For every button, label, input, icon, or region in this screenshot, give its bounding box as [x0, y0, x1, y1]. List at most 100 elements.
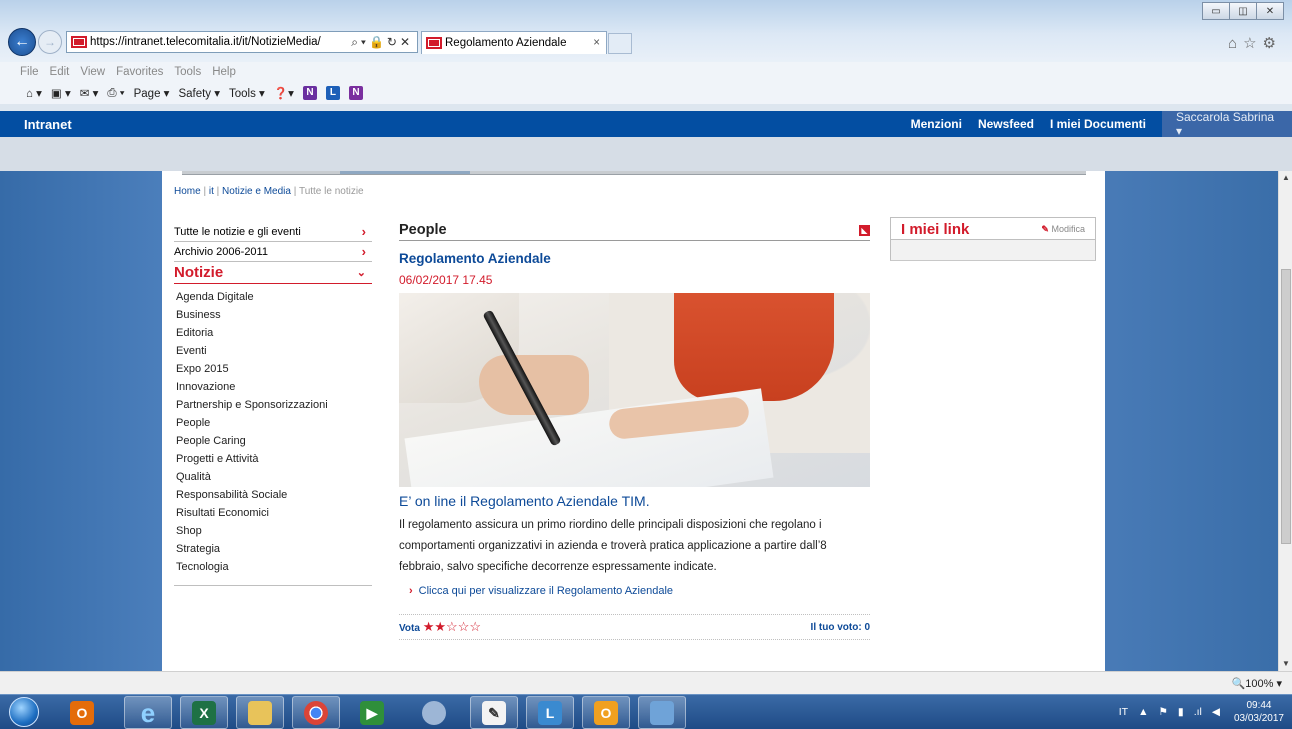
- scroll-thumb[interactable]: [1281, 269, 1291, 544]
- home-favorites-settings-icons[interactable]: ⌂☆⚙: [1228, 34, 1282, 52]
- battery-icon[interactable]: ▮: [1178, 706, 1184, 718]
- signal-icon[interactable]: .ıl: [1194, 706, 1202, 718]
- subcat-item[interactable]: People: [176, 414, 372, 432]
- nav-item-archivio[interactable]: Archivio 2006-2011 ›: [174, 242, 372, 262]
- subcat-item[interactable]: Qualità: [176, 468, 372, 486]
- notepad-icon[interactable]: ✎: [470, 696, 518, 729]
- menu-help[interactable]: Help: [212, 66, 236, 78]
- media-player-icon[interactable]: ▶: [348, 696, 396, 729]
- subcat-item[interactable]: Progetti e Attività: [176, 450, 372, 468]
- internet-explorer-icon[interactable]: e: [124, 696, 172, 729]
- help-icon[interactable]: ❓▾: [274, 86, 294, 100]
- subcat-item[interactable]: Responsabilità Sociale: [176, 486, 372, 504]
- subcat-item[interactable]: Partnership e Sponsorizzazioni: [176, 396, 372, 414]
- browser-tab[interactable]: Regolamento Aziendale ×: [421, 31, 607, 54]
- flag-icon[interactable]: ⚑: [1158, 706, 1167, 718]
- nav-divider: [174, 576, 372, 586]
- nav-item-tutte-notizie[interactable]: Tutte le notizie e gli eventi ›: [174, 222, 372, 242]
- maximize-icon[interactable]: ◫: [1229, 2, 1257, 20]
- link-newsfeed[interactable]: Newsfeed: [978, 117, 1034, 131]
- scroll-up-icon[interactable]: ▲: [1279, 171, 1292, 185]
- rating-stars[interactable]: ★★☆☆☆: [423, 619, 481, 634]
- feeds-icon[interactable]: ▣ ▾: [51, 86, 71, 100]
- star-empty-icon[interactable]: ☆: [469, 619, 481, 634]
- zoom-control[interactable]: 🔍100% ▾: [1232, 677, 1282, 690]
- chevron-right-icon: ›: [361, 244, 366, 259]
- menu-view[interactable]: View: [80, 66, 105, 78]
- close-window-icon[interactable]: ✕: [1256, 2, 1284, 20]
- safety-menu[interactable]: Safety ▾: [178, 86, 220, 100]
- subcat-item[interactable]: Strategia: [176, 540, 372, 558]
- subcat-item[interactable]: Agenda Digitale: [176, 288, 372, 306]
- subcat-item[interactable]: Business: [176, 306, 372, 324]
- file-explorer-icon[interactable]: [236, 696, 284, 729]
- remote-desktop-icon[interactable]: L: [526, 696, 574, 729]
- outlook-taskbar-icon[interactable]: O: [58, 696, 106, 729]
- app-icon[interactable]: [638, 696, 686, 729]
- breadcrumb-it[interactable]: it: [209, 186, 214, 197]
- breadcrumb: Home | it | Notizie e Media | Tutte le n…: [174, 186, 364, 197]
- new-tab-button[interactable]: [608, 33, 632, 54]
- subcat-item[interactable]: Editoria: [176, 324, 372, 342]
- chevron-down-icon: ⌄: [356, 267, 366, 279]
- tab-close-icon[interactable]: ×: [593, 37, 600, 49]
- minimize-icon[interactable]: ▭: [1202, 2, 1230, 20]
- subcat-item[interactable]: People Caring: [176, 432, 372, 450]
- address-actions-icon[interactable]: ⌕▾🔒↻✕: [351, 35, 417, 50]
- article-subtitle: E’ on line il Regolamento Aziendale TIM.: [399, 493, 650, 509]
- system-tray: IT ▲ ⚑ ▮ .ıl ◀ 09:44 03/03/2017: [1109, 695, 1284, 729]
- article-title[interactable]: Regolamento Aziendale: [399, 251, 870, 266]
- star-filled-icon[interactable]: ★: [434, 619, 446, 634]
- excel-icon[interactable]: X: [180, 696, 228, 729]
- subcat-item[interactable]: Innovazione: [176, 378, 372, 396]
- outlook-mail-icon[interactable]: O: [582, 696, 630, 729]
- breadcrumb-notizie-media[interactable]: Notizie e Media: [222, 186, 291, 197]
- clock[interactable]: 09:44 03/03/2017: [1234, 699, 1284, 725]
- menu-edit[interactable]: Edit: [50, 66, 70, 78]
- network-app-icon[interactable]: [410, 696, 458, 729]
- language-indicator[interactable]: IT: [1119, 706, 1128, 718]
- link-menzioni[interactable]: Menzioni: [911, 117, 962, 131]
- menu-favorites[interactable]: Favorites: [116, 66, 163, 78]
- pencil-icon: ✎: [1041, 224, 1049, 234]
- star-filled-icon[interactable]: ★: [423, 619, 435, 634]
- link-miei-documenti[interactable]: I miei Documenti: [1050, 117, 1146, 131]
- onenote-send-icon[interactable]: N: [302, 86, 317, 100]
- intranet-links: Menzioni Newsfeed I miei Documenti Sacca…: [895, 110, 1292, 138]
- regolamento-link[interactable]: › Clicca qui per visualizzare il Regolame…: [399, 585, 870, 597]
- mail-icon[interactable]: ✉ ▾: [80, 86, 99, 100]
- command-bar: ⌂ ▾ ▣ ▾ ✉ ▾ ⎙ ▾ Page ▾ Safety ▾ Tools ▾ …: [0, 82, 1292, 104]
- subcat-item[interactable]: Expo 2015: [176, 360, 372, 378]
- rss-icon[interactable]: ◣: [859, 224, 870, 236]
- forward-button[interactable]: →: [38, 30, 62, 54]
- breadcrumb-home[interactable]: Home: [174, 186, 201, 197]
- onenote-icon[interactable]: N: [348, 86, 363, 100]
- volume-icon[interactable]: ◀: [1212, 706, 1220, 718]
- lync-icon[interactable]: L: [325, 86, 340, 100]
- subcat-item[interactable]: Risultati Economici: [176, 504, 372, 522]
- scroll-down-icon[interactable]: ▼: [1279, 657, 1292, 671]
- tools-menu[interactable]: Tools ▾: [229, 86, 265, 100]
- subcat-item[interactable]: Tecnologia: [176, 558, 372, 576]
- header-band: [0, 137, 1292, 171]
- star-empty-icon[interactable]: ☆: [458, 619, 470, 634]
- home-icon[interactable]: ⌂ ▾: [26, 86, 42, 100]
- page-menu[interactable]: Page ▾: [134, 86, 170, 100]
- subcat-item[interactable]: Eventi: [176, 342, 372, 360]
- edit-links-button[interactable]: ✎ Modifica: [1041, 224, 1085, 235]
- print-icon[interactable]: ⎙ ▾: [107, 87, 124, 100]
- vertical-scrollbar[interactable]: ▲ ▼: [1278, 171, 1292, 671]
- start-button[interactable]: [4, 695, 44, 729]
- star-empty-icon[interactable]: ☆: [446, 619, 458, 634]
- back-button[interactable]: ←: [8, 28, 36, 56]
- show-hidden-icons-icon[interactable]: ▲: [1138, 706, 1148, 718]
- menu-file[interactable]: File: [20, 66, 39, 78]
- vote-row: Vota ★★☆☆☆ Il tuo voto: 0: [399, 614, 870, 640]
- nav-item-notizie[interactable]: Notizie ⌄: [174, 262, 372, 284]
- chrome-icon[interactable]: [292, 696, 340, 729]
- user-menu[interactable]: Saccarola Sabrina ▾: [1162, 110, 1292, 138]
- menu-tools[interactable]: Tools: [174, 66, 201, 78]
- intranet-title[interactable]: Intranet: [0, 117, 72, 132]
- address-bar[interactable]: https://intranet.telecomitalia.it/it/Not…: [66, 31, 418, 53]
- subcat-item[interactable]: Shop: [176, 522, 372, 540]
